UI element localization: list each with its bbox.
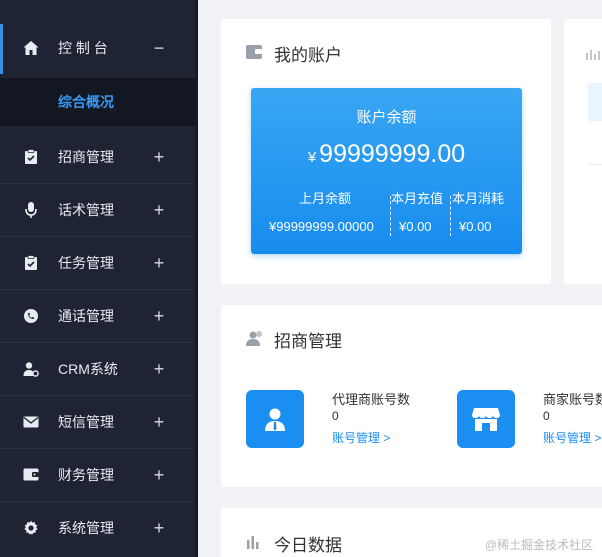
sidebar-item-merchant[interactable]: 招商管理 + — [0, 130, 195, 183]
last-month-value: ¥99999999.00000 — [269, 219, 374, 234]
sidebar: 控 制 台 − 综合概况 招商管理 + 话术管理 + 任务管理 + 通话管理 +… — [0, 0, 198, 557]
card-title: 今日数据 — [274, 536, 342, 555]
card-title: 我的账户 — [274, 46, 342, 65]
divider — [450, 196, 451, 236]
card-title: 招商管理 — [274, 332, 342, 351]
microphone-icon — [22, 201, 40, 219]
stat-value: 0 — [543, 409, 550, 423]
sidebar-item-finance[interactable]: 财务管理 + — [0, 448, 195, 501]
sidebar-subitem-overview[interactable]: 综合概况 — [0, 78, 195, 126]
watermark: @稀土掘金技术社区 — [485, 538, 594, 552]
sidebar-item-label: 通话管理 — [58, 307, 114, 324]
user-settings-icon — [22, 360, 40, 378]
sidebar-item-script[interactable]: 话术管理 + — [0, 183, 195, 236]
clipboard-icon — [22, 148, 40, 166]
expand-icon: + — [153, 252, 165, 273]
store-icon — [457, 390, 515, 448]
sidebar-item-task[interactable]: 任务管理 + — [0, 236, 195, 289]
account-manage-link[interactable]: 账号管理 > — [332, 429, 390, 446]
expand-icon: + — [153, 464, 165, 485]
balance-title: 账户余额 — [356, 109, 417, 126]
sidebar-item-call[interactable]: 通话管理 + — [0, 289, 195, 342]
collapse-icon: − — [153, 38, 165, 58]
home-icon — [22, 39, 40, 57]
expand-icon: + — [153, 199, 165, 220]
stat-label: 代理商账号数 — [332, 392, 411, 407]
highlight-block — [588, 83, 602, 121]
currency-symbol: ¥ — [307, 149, 317, 166]
user-map-icon — [245, 329, 263, 347]
merchant-card: 招商管理 代理商账号数 0 账号管理 > 商家账号数 0 账号管理 > — [221, 305, 602, 487]
clipboard-check-icon — [22, 254, 40, 272]
consume-label: 本月消耗 — [452, 191, 505, 206]
wallet-icon — [22, 466, 40, 484]
recharge-value: ¥0.00 — [399, 219, 432, 234]
active-indicator — [0, 24, 3, 74]
balance-amount: ¥99999999.00 — [251, 140, 522, 169]
consume-value: ¥0.00 — [459, 219, 492, 234]
expand-icon: + — [153, 517, 165, 538]
expand-icon: + — [153, 358, 165, 379]
sidebar-item-label: 财务管理 — [58, 466, 114, 483]
phone-circle-icon — [22, 307, 40, 325]
account-manage-link[interactable]: 账号管理 > — [543, 429, 601, 446]
sidebar-scrollbar[interactable] — [195, 0, 198, 557]
last-month-label: 上月余额 — [299, 191, 352, 206]
wallet-icon — [245, 43, 263, 61]
mail-icon — [22, 413, 40, 431]
gear-icon — [22, 519, 40, 537]
sidebar-item-system[interactable]: 系统管理 + — [0, 501, 195, 554]
sidebar-item-label: 招商管理 — [58, 148, 114, 165]
sidebar-item-label: 系统管理 — [58, 519, 114, 536]
stat-value: 0 — [332, 409, 339, 423]
sidebar-item-label: 话术管理 — [58, 201, 114, 218]
sidebar-item-crm[interactable]: CRM系统 + — [0, 342, 195, 395]
expand-icon: + — [153, 305, 165, 326]
sidebar-item-label: 短信管理 — [58, 413, 114, 430]
divider — [588, 164, 602, 165]
balance-value: 99999999.00 — [319, 140, 466, 168]
stat-label: 商家账号数 — [543, 392, 602, 407]
recharge-label: 本月充值 — [391, 191, 444, 206]
agent-user-icon — [246, 390, 304, 448]
sidebar-item-sms[interactable]: 短信管理 + — [0, 395, 195, 448]
chart-icon — [586, 47, 602, 60]
side-card — [564, 19, 602, 284]
divider — [390, 196, 391, 236]
expand-icon: + — [153, 411, 165, 432]
sidebar-item-label: 控 制 台 — [58, 40, 108, 56]
balance-panel: 账户余额 ¥99999999.00 上月余额 本月充值 本月消耗 ¥999999… — [251, 88, 522, 254]
bar-chart-icon — [245, 532, 263, 550]
sidebar-item-label: CRM系统 — [58, 360, 118, 377]
sidebar-item-dashboard[interactable]: 控 制 台 − — [0, 18, 195, 78]
expand-icon: + — [153, 146, 165, 167]
sidebar-subitem-label: 综合概况 — [58, 94, 114, 110]
sidebar-item-label: 任务管理 — [58, 254, 114, 271]
